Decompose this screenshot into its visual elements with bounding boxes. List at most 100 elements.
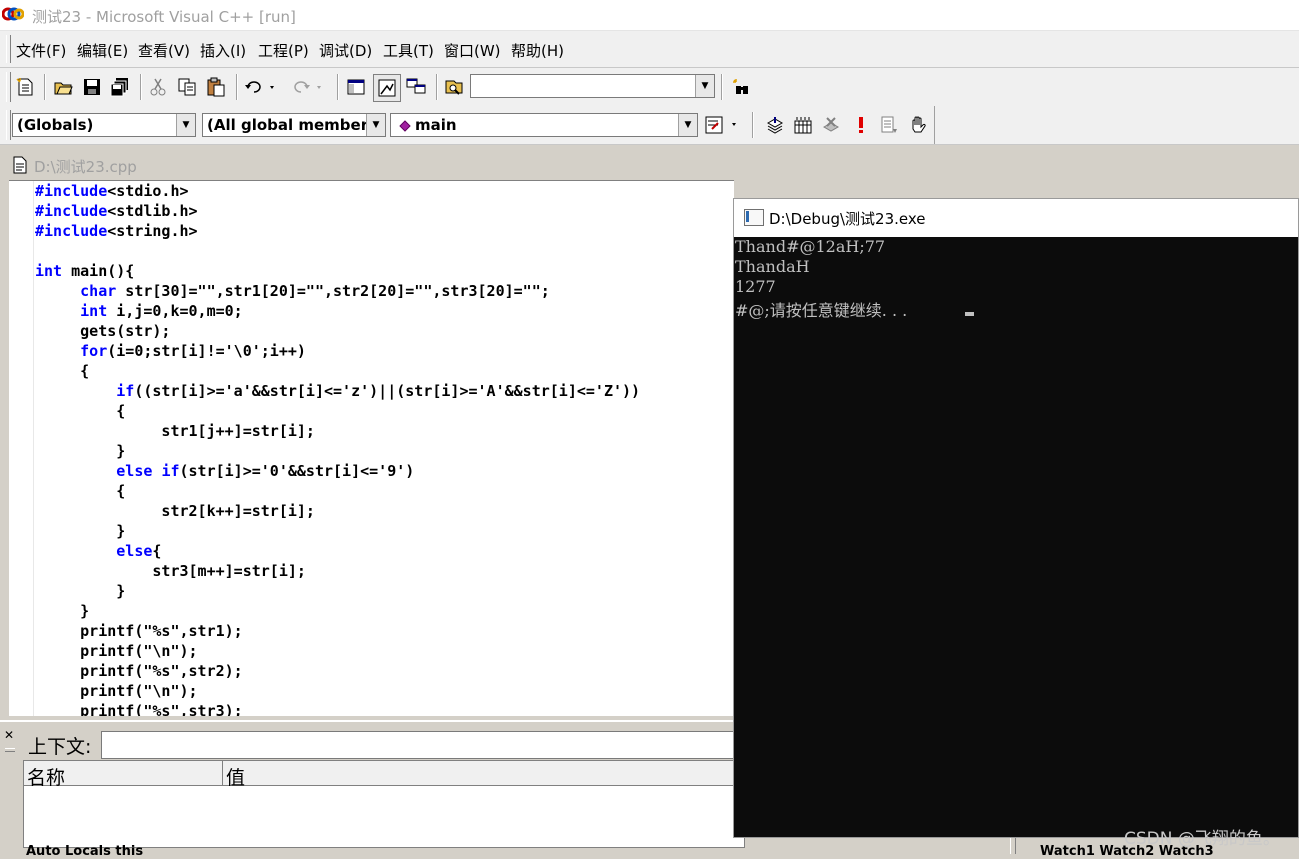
toolbar-separator bbox=[337, 74, 339, 100]
code-line[interactable]: } bbox=[35, 601, 640, 621]
context-combobox[interactable] bbox=[101, 731, 743, 759]
code-line[interactable]: printf("%s",str2); bbox=[35, 661, 640, 681]
standard-toolbar: ▼ bbox=[0, 68, 1299, 106]
save-icon[interactable] bbox=[79, 74, 105, 100]
menu-view[interactable]: 查看(V) bbox=[138, 40, 190, 61]
redo-icon[interactable] bbox=[288, 74, 328, 100]
toolbar-separator bbox=[721, 74, 723, 100]
code-line[interactable]: { bbox=[35, 481, 640, 501]
console-window[interactable]: D:\Debug\测试23.exe Thand#@12aH;77 ThandaH… bbox=[733, 198, 1299, 838]
menu-edit[interactable]: 编辑(E) bbox=[77, 40, 128, 61]
source-code[interactable]: #include<stdio.h> #include<stdlib.h> #incl… bbox=[35, 181, 640, 716]
save-all-icon[interactable] bbox=[107, 74, 133, 100]
toolbar-grip[interactable] bbox=[6, 72, 11, 102]
execute-icon[interactable] bbox=[848, 112, 874, 138]
context-label: 上下文: bbox=[28, 736, 92, 758]
chevron-down-icon[interactable]: ▼ bbox=[176, 114, 195, 136]
code-line[interactable]: printf("%s",str1); bbox=[35, 621, 640, 641]
open-folder-icon[interactable] bbox=[50, 74, 76, 100]
code-line[interactable]: str2[k++]=str[i]; bbox=[35, 501, 640, 521]
code-line[interactable]: { bbox=[35, 361, 640, 381]
console-title: D:\Debug\测试23.exe bbox=[769, 210, 926, 228]
find-binoculars-icon[interactable] bbox=[728, 74, 754, 100]
members-combobox-value: (All global members bbox=[207, 116, 367, 134]
code-line[interactable]: char str[30]="",str1[20]="",str2[20]="",… bbox=[35, 281, 640, 301]
code-line[interactable]: int i,j=0,k=0,m=0; bbox=[35, 301, 640, 321]
code-line[interactable]: #include<stdio.h> bbox=[35, 181, 640, 201]
menubar-grip[interactable] bbox=[6, 35, 11, 63]
code-line[interactable]: str3[m++]=str[i]; bbox=[35, 561, 640, 581]
column-header-value[interactable]: 值 bbox=[226, 763, 245, 790]
menu-insert[interactable]: 插入(I) bbox=[200, 40, 246, 61]
chevron-down-icon[interactable]: ▼ bbox=[678, 114, 697, 136]
code-line[interactable]: #include<stdlib.h> bbox=[35, 201, 640, 221]
breakpoint-hand-icon[interactable] bbox=[905, 112, 931, 138]
code-line[interactable]: gets(str); bbox=[35, 321, 640, 341]
code-line[interactable]: } bbox=[35, 521, 640, 541]
menu-window[interactable]: 窗口(W) bbox=[444, 40, 501, 61]
column-divider[interactable] bbox=[222, 761, 223, 785]
code-line[interactable]: printf("%s",str3); bbox=[35, 701, 640, 716]
stop-build-icon[interactable] bbox=[818, 112, 844, 138]
code-line[interactable]: else{ bbox=[35, 541, 640, 561]
chevron-down-icon[interactable]: ▼ bbox=[366, 114, 385, 136]
code-line[interactable]: } bbox=[35, 441, 640, 461]
code-editor[interactable]: #include<stdio.h> #include<stdlib.h> #incl… bbox=[9, 180, 734, 716]
wizard-and-build-toolbar: (Globals) ▼ (All global members ▼ main ▼ bbox=[0, 106, 1299, 145]
code-line[interactable]: #include<string.h> bbox=[35, 221, 640, 241]
cut-icon[interactable] bbox=[145, 74, 171, 100]
find-combobox[interactable]: ▼ bbox=[470, 74, 715, 98]
go-icon[interactable] bbox=[876, 112, 902, 138]
code-line[interactable]: printf("\n"); bbox=[35, 681, 640, 701]
output-window-icon[interactable] bbox=[373, 74, 401, 102]
title-bar: 测试23 - Microsoft Visual C++ [run] bbox=[0, 0, 1299, 31]
keyword: else bbox=[116, 462, 153, 480]
code-line[interactable]: { bbox=[35, 401, 640, 421]
undo-icon[interactable] bbox=[241, 74, 281, 100]
copy-icon[interactable] bbox=[174, 74, 200, 100]
menu-tools[interactable]: 工具(T) bbox=[383, 40, 434, 61]
code-line[interactable]: else if(str[i]>='0'&&str[i]<='9') bbox=[35, 461, 640, 481]
close-icon[interactable]: ✕ bbox=[4, 729, 16, 742]
code-line[interactable]: } bbox=[35, 581, 640, 601]
toolbar-grip[interactable] bbox=[6, 110, 11, 140]
variables-tab-strip[interactable]: Auto Locals this bbox=[26, 844, 143, 859]
workspace-icon[interactable] bbox=[343, 74, 369, 100]
find-in-files-icon[interactable] bbox=[441, 74, 467, 100]
wizard-actions-icon[interactable] bbox=[702, 112, 746, 138]
editor-title-bar: D:\测试23.cpp bbox=[8, 152, 738, 178]
code-line[interactable]: int main(){ bbox=[35, 261, 640, 281]
column-header-name[interactable]: 名称 bbox=[27, 763, 65, 790]
code-line[interactable]: str1[j++]=str[i]; bbox=[35, 421, 640, 441]
new-file-icon[interactable] bbox=[12, 74, 38, 100]
compile-icon[interactable] bbox=[762, 112, 788, 138]
window-list-icon[interactable] bbox=[403, 74, 429, 100]
variables-table[interactable]: 名称 值 bbox=[23, 760, 745, 848]
code-line[interactable]: if((str[i]>='a'&&str[i]<='z')||(str[i]>=… bbox=[35, 381, 640, 401]
menu-help[interactable]: 帮助(H) bbox=[511, 40, 564, 61]
function-diamond-icon bbox=[399, 120, 411, 132]
menu-file[interactable]: 文件(F) bbox=[16, 40, 66, 61]
menu-project[interactable]: 工程(P) bbox=[258, 40, 309, 61]
toolbar-separator bbox=[44, 74, 46, 100]
keyword: #include bbox=[35, 182, 108, 200]
pane-grip[interactable] bbox=[5, 748, 15, 752]
scope-combobox[interactable]: (Globals) ▼ bbox=[12, 113, 196, 137]
editor-gutter[interactable] bbox=[9, 181, 34, 716]
code-line[interactable]: printf("\n"); bbox=[35, 641, 640, 661]
paste-icon[interactable] bbox=[203, 74, 229, 100]
console-line: #@;请按任意键继续. . . bbox=[735, 301, 913, 320]
code-line[interactable]: for(i=0;str[i]!='\0';i++) bbox=[35, 341, 640, 361]
function-combobox[interactable]: main ▼ bbox=[390, 113, 698, 137]
console-output[interactable]: Thand#@12aH;77 ThandaH 1277 #@;请按任意键继续. … bbox=[734, 237, 1298, 837]
build-icon[interactable] bbox=[790, 112, 816, 138]
toolbar-separator bbox=[436, 74, 438, 100]
toolbar-separator bbox=[140, 74, 142, 100]
members-combobox[interactable]: (All global members ▼ bbox=[202, 113, 386, 137]
window-title: 测试23 - Microsoft Visual C++ [run] bbox=[32, 8, 296, 26]
watch-pane-grip[interactable] bbox=[1010, 836, 1016, 854]
code-line[interactable] bbox=[35, 241, 640, 261]
chevron-down-icon[interactable]: ▼ bbox=[695, 75, 714, 97]
console-title-bar[interactable]: D:\Debug\测试23.exe bbox=[734, 199, 1298, 237]
menu-debug[interactable]: 调试(D) bbox=[319, 40, 372, 61]
